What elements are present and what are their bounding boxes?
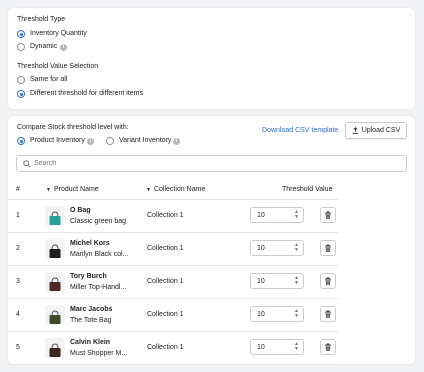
- threshold-value: 10: [257, 344, 265, 351]
- dynamic-info-icon[interactable]: i: [60, 43, 67, 51]
- collection-name: Collection 1: [147, 344, 184, 351]
- trash-icon: [325, 343, 331, 351]
- threshold-value: 10: [257, 245, 265, 252]
- collection-name: Collection 1: [147, 212, 184, 219]
- stepper-arrows[interactable]: ▲ ▼: [294, 243, 299, 253]
- dynamic-radio[interactable]: [17, 43, 25, 51]
- product-inventory-label: Product Inventory: [30, 137, 85, 144]
- threshold-value: 10: [257, 311, 265, 318]
- chevron-down-icon[interactable]: ▼: [294, 281, 299, 286]
- same-for-all-label: Same for all: [30, 76, 68, 83]
- stepper-arrows[interactable]: ▲ ▼: [294, 276, 299, 286]
- upload-csv-button[interactable]: Upload CSV: [345, 122, 407, 139]
- threshold-value-title: Threshold Value Selection: [17, 63, 99, 70]
- stepper-arrows[interactable]: ▲ ▼: [294, 309, 299, 319]
- product-thumbnail: [45, 305, 65, 325]
- trash-icon: [325, 310, 331, 318]
- row-index: 1: [16, 212, 20, 219]
- upload-icon: [352, 127, 359, 134]
- dynamic-label: Dynamic: [30, 43, 58, 50]
- different-threshold-label: Different threshold for different items: [30, 90, 143, 97]
- product-name: Miller Top-Handl...: [70, 284, 127, 291]
- chevron-down-icon[interactable]: ▼: [294, 347, 299, 352]
- search-input[interactable]: [34, 158, 394, 169]
- variant-inventory-radio[interactable]: [106, 137, 114, 145]
- divider: [8, 232, 338, 233]
- divider: [8, 199, 338, 200]
- trash-icon: [325, 244, 331, 252]
- delete-row-button[interactable]: [320, 240, 336, 256]
- product-brand[interactable]: Calvin Klein: [70, 339, 110, 346]
- divider: [8, 331, 338, 332]
- stepper-arrows[interactable]: ▲ ▼: [294, 210, 299, 220]
- search-input-wrapper[interactable]: [16, 155, 407, 172]
- same-for-all-radio[interactable]: [17, 76, 25, 84]
- bag-icon: [49, 343, 61, 357]
- product-brand[interactable]: O Bag: [70, 207, 91, 214]
- column-header-product[interactable]: ▼ Product Name: [46, 186, 99, 193]
- inventory-quantity-label: Inventory Quantity: [30, 30, 87, 37]
- bag-icon: [49, 277, 61, 291]
- collection-name: Collection 1: [147, 311, 184, 318]
- different-threshold-radio[interactable]: [17, 90, 25, 98]
- inventory-quantity-radio[interactable]: [17, 30, 25, 38]
- threshold-type-title: Threshold Type: [17, 16, 66, 23]
- product-brand[interactable]: Michel Kors: [70, 240, 110, 247]
- product-name: The Tote Bag: [70, 317, 112, 324]
- bag-icon: [49, 211, 61, 225]
- delete-row-button[interactable]: [320, 306, 336, 322]
- trash-icon: [325, 211, 331, 219]
- product-inventory-radio[interactable]: [17, 137, 25, 145]
- collection-name: Collection 1: [147, 278, 184, 285]
- row-index: 2: [16, 245, 20, 252]
- product-thumbnail: [45, 272, 65, 292]
- divider: [8, 298, 338, 299]
- product-name: Marilyn Black col...: [70, 251, 129, 258]
- threshold-input[interactable]: 10 ▲ ▼: [250, 207, 304, 223]
- column-header-collection-label: Collection Name: [153, 186, 206, 193]
- product-name: Classic green bag: [70, 218, 127, 225]
- column-header-collection[interactable]: ▼ Collection Name: [146, 186, 205, 193]
- sort-down-icon: ▼: [146, 186, 151, 193]
- row-index: 3: [16, 278, 20, 285]
- variant-inventory-label: Variant Inventory: [119, 137, 172, 144]
- download-csv-link[interactable]: Download CSV template: [262, 127, 338, 134]
- bag-icon: [49, 310, 61, 324]
- column-header-index: #: [16, 186, 20, 193]
- threshold-value: 10: [257, 278, 265, 285]
- threshold-input[interactable]: 10 ▲ ▼: [250, 306, 304, 322]
- stepper-arrows[interactable]: ▲ ▼: [294, 342, 299, 352]
- upload-csv-label: Upload CSV: [361, 127, 401, 134]
- column-header-threshold: Threshold Value: [282, 186, 333, 193]
- divider: [8, 265, 338, 266]
- chevron-down-icon[interactable]: ▼: [294, 215, 299, 220]
- product-thumbnail: [45, 338, 65, 358]
- delete-row-button[interactable]: [320, 207, 336, 223]
- compare-title: Compare Stock threshold level with:: [17, 124, 129, 131]
- threshold-input[interactable]: 10 ▲ ▼: [250, 273, 304, 289]
- product-thumbnail: [45, 239, 65, 259]
- search-icon: [23, 160, 31, 168]
- variant-inventory-info-icon[interactable]: i: [173, 137, 180, 145]
- delete-row-button[interactable]: [320, 339, 336, 355]
- sort-down-icon: ▼: [46, 186, 51, 193]
- product-name: Must Shopper M...: [70, 350, 128, 357]
- column-header-product-label: Product Name: [53, 186, 99, 193]
- bag-icon: [49, 244, 61, 258]
- product-inventory-info-icon[interactable]: i: [87, 137, 94, 145]
- product-thumbnail: [45, 206, 65, 226]
- threshold-value: 10: [257, 212, 265, 219]
- chevron-down-icon[interactable]: ▼: [294, 248, 299, 253]
- row-index: 5: [16, 344, 20, 351]
- delete-row-button[interactable]: [320, 273, 336, 289]
- threshold-input[interactable]: 10 ▲ ▼: [250, 240, 304, 256]
- chevron-down-icon[interactable]: ▼: [294, 314, 299, 319]
- threshold-input[interactable]: 10 ▲ ▼: [250, 339, 304, 355]
- collection-name: Collection 1: [147, 245, 184, 252]
- divider: [8, 364, 338, 365]
- product-brand[interactable]: Tory Burch: [70, 273, 107, 280]
- product-brand[interactable]: Marc Jacobs: [70, 306, 112, 313]
- trash-icon: [325, 277, 331, 285]
- row-index: 4: [16, 311, 20, 318]
